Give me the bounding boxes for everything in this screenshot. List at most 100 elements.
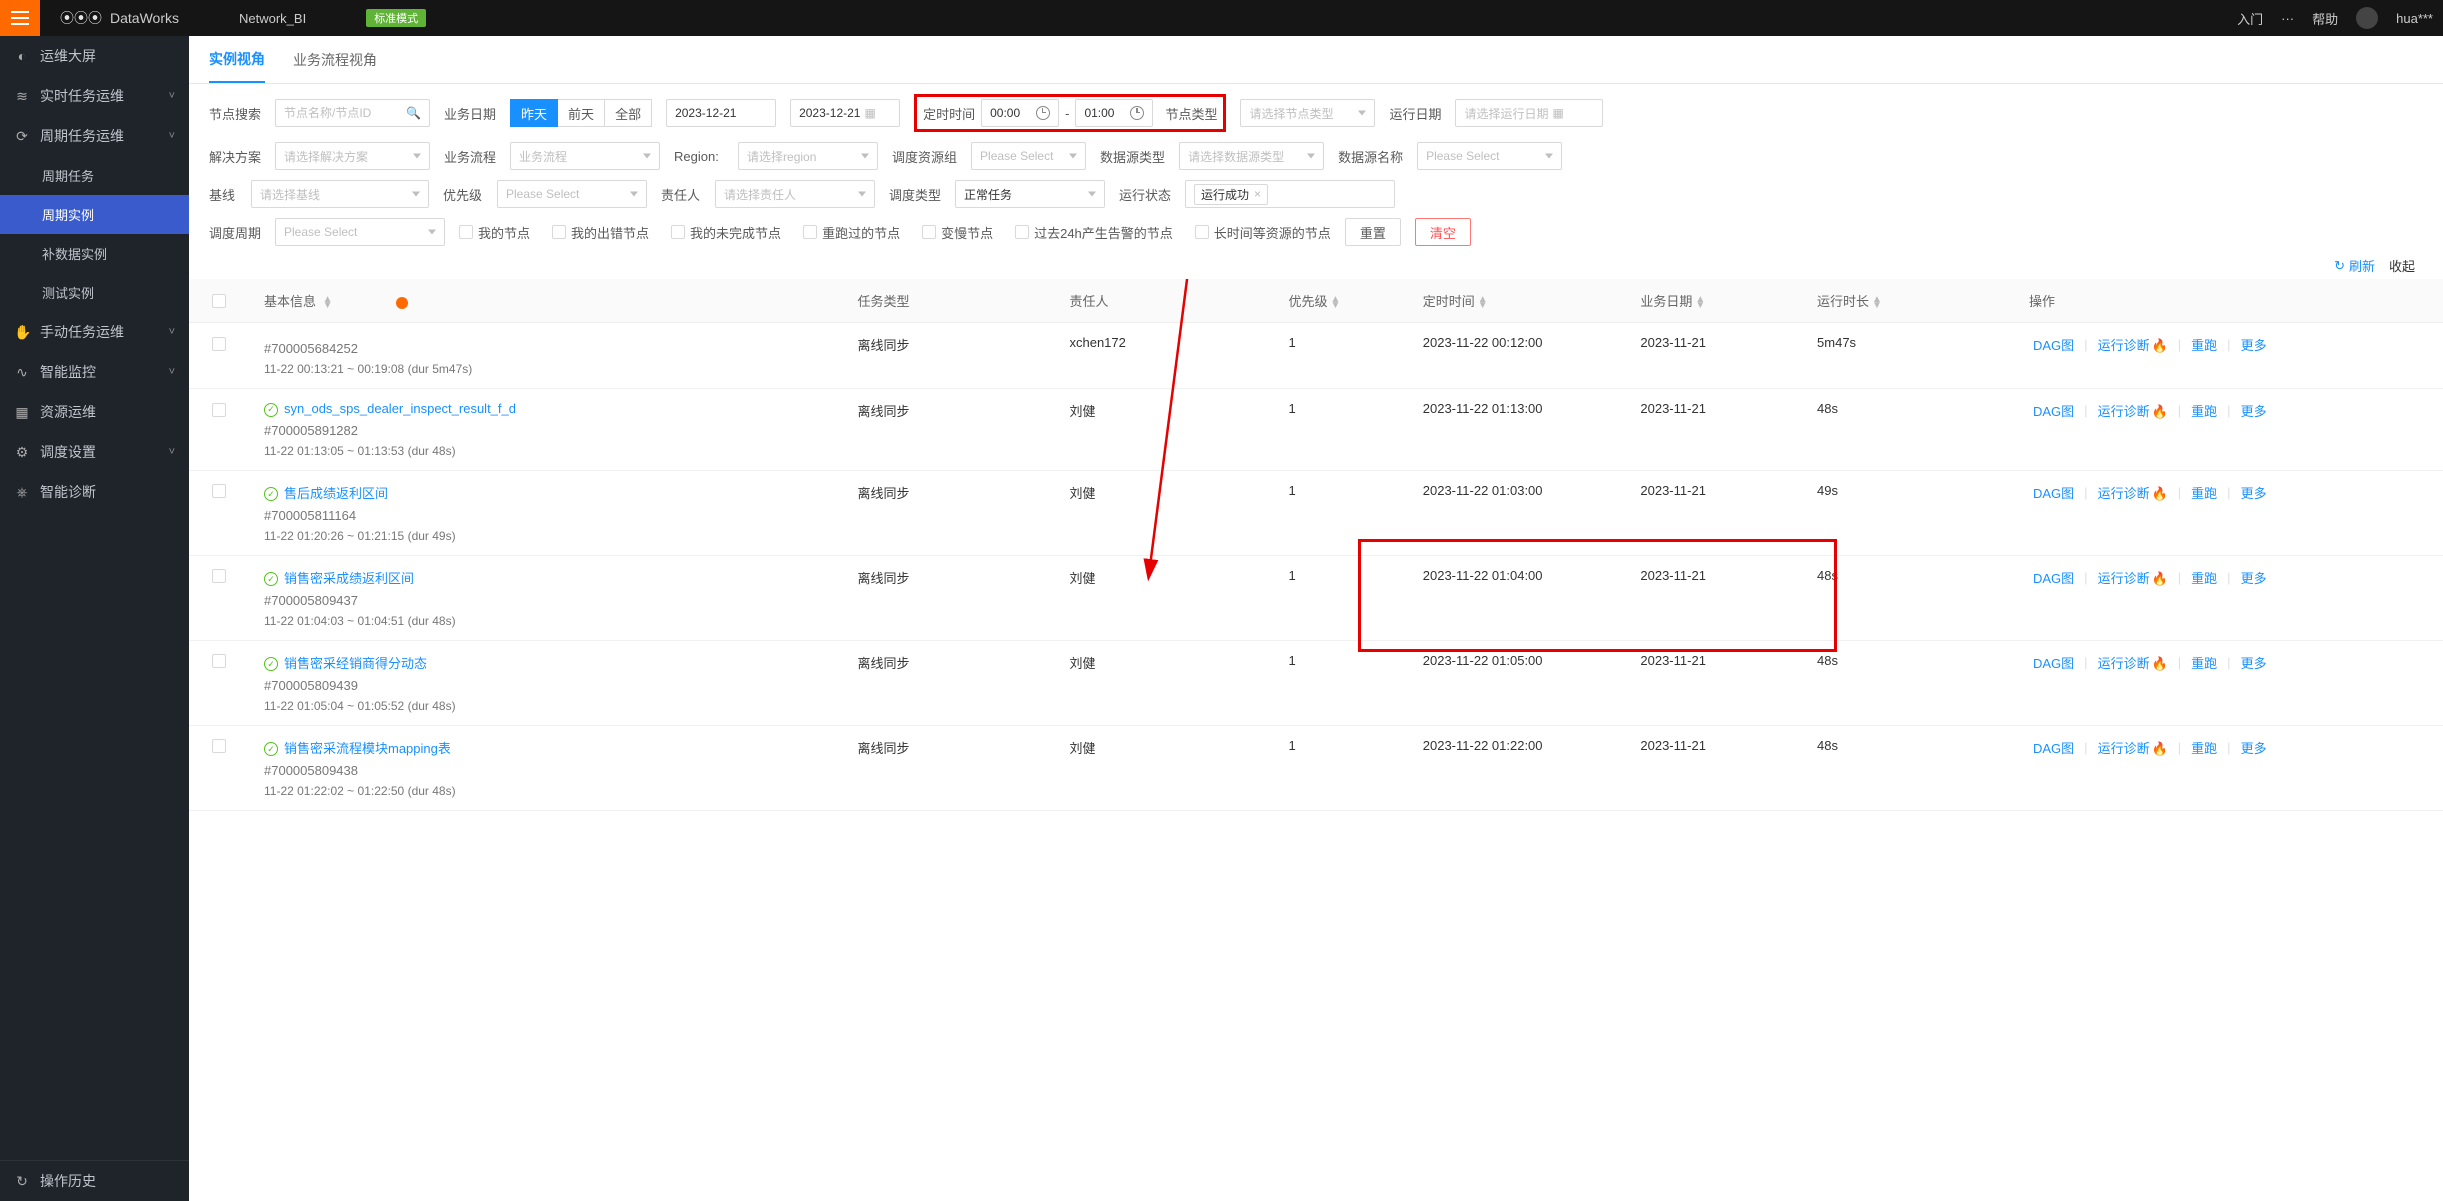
op-diag[interactable]: 运行诊断🔥 — [2094, 568, 2172, 587]
topbar-right-item[interactable]: 帮助 — [2312, 9, 2338, 28]
topbar-right-item[interactable]: ··· — [2281, 11, 2294, 26]
sidebar-item[interactable]: ◐运维大屏 — [0, 36, 189, 76]
col-bizdate[interactable]: 业务日期▲▼ — [1630, 279, 1807, 323]
username[interactable]: hua*** — [2396, 11, 2433, 26]
select-schedtype[interactable]: 正常任务 — [955, 180, 1105, 208]
sidebar-item[interactable]: ⎈智能诊断 — [0, 472, 189, 512]
refresh-button[interactable]: ↻ 刷新 — [2334, 256, 2375, 275]
bizdate-option[interactable]: 全部 — [605, 99, 652, 127]
op-more[interactable]: 更多 — [2237, 738, 2271, 757]
close-icon[interactable]: × — [1254, 187, 1261, 201]
col-owner[interactable]: 责任人 — [1059, 279, 1278, 323]
filter-checkbox[interactable]: 长时间等资源的节点 — [1195, 223, 1331, 242]
op-rerun[interactable]: 重跑 — [2187, 738, 2221, 757]
sidebar-item[interactable]: ∿智能监控˅ — [0, 352, 189, 392]
col-type[interactable]: 任务类型 — [848, 279, 1060, 323]
schedtime-to[interactable]: 01:00 — [1075, 99, 1153, 127]
sidebar-item[interactable]: ⟳周期任务运维˅ — [0, 116, 189, 156]
op-more[interactable]: 更多 — [2237, 568, 2271, 587]
op-dag[interactable]: DAG图 — [2029, 401, 2078, 420]
filter-checkbox[interactable]: 我的未完成节点 — [671, 223, 781, 242]
row-checkbox[interactable] — [212, 337, 226, 351]
op-rerun[interactable]: 重跑 — [2187, 401, 2221, 420]
select-runstatus[interactable]: 运行成功× — [1185, 180, 1395, 208]
workspace-name[interactable]: Network_BI — [239, 11, 306, 26]
sidebar-item[interactable]: 测试实例 — [0, 273, 189, 312]
sidebar-item[interactable]: ⚙调度设置˅ — [0, 432, 189, 472]
sidebar-item[interactable]: 补数据实例 — [0, 234, 189, 273]
select-dsname[interactable]: Please Select — [1417, 142, 1562, 170]
status-tag[interactable]: 运行成功× — [1194, 184, 1268, 205]
select-nodetype[interactable]: 请选择节点类型 — [1240, 99, 1375, 127]
select-dstype[interactable]: 请选择数据源类型 — [1179, 142, 1324, 170]
select-bizflow[interactable]: 业务流程 — [510, 142, 660, 170]
sidebar-item[interactable]: ▦资源运维 — [0, 392, 189, 432]
filter-checkbox[interactable]: 过去24h产生告警的节点 — [1015, 223, 1173, 242]
node-name-link[interactable]: 销售密采经销商得分动态 — [284, 656, 427, 671]
op-diag[interactable]: 运行诊断🔥 — [2094, 483, 2172, 502]
select-schedcycle[interactable]: Please Select — [275, 218, 445, 246]
op-rerun[interactable]: 重跑 — [2187, 483, 2221, 502]
op-rerun[interactable]: 重跑 — [2187, 653, 2221, 672]
op-more[interactable]: 更多 — [2237, 483, 2271, 502]
search-input[interactable]: 🔍 — [275, 99, 430, 127]
col-duration[interactable]: 运行时长▲▼ — [1807, 279, 2019, 323]
node-name-link[interactable]: 售后成绩返利区间 — [284, 486, 388, 501]
node-name-link[interactable]: 销售密采成绩返利区间 — [284, 571, 414, 586]
schedtime-from[interactable]: 00:00 — [981, 99, 1059, 127]
op-diag[interactable]: 运行诊断🔥 — [2094, 738, 2172, 757]
node-name-link[interactable]: syn_ods_sps_dealer_inspect_result_f_d — [284, 401, 516, 416]
sidebar-item-history[interactable]: ↻ 操作历史 — [0, 1160, 189, 1201]
select-priority[interactable]: Please Select — [497, 180, 647, 208]
node-name-link[interactable]: 销售密采流程模块mapping表 — [284, 741, 451, 756]
search-input-field[interactable] — [284, 106, 406, 120]
select-owner[interactable]: 请选择责任人 — [715, 180, 875, 208]
row-checkbox[interactable] — [212, 484, 226, 498]
bizdate-option[interactable]: 昨天 — [510, 99, 558, 127]
op-dag[interactable]: DAG图 — [2029, 653, 2078, 672]
col-priority[interactable]: 优先级▲▼ — [1279, 279, 1413, 323]
sidebar-item[interactable]: 周期实例 — [0, 195, 189, 234]
op-dag[interactable]: DAG图 — [2029, 738, 2078, 757]
col-info[interactable]: 基本信息 ▲▼ — [254, 279, 848, 323]
bizdate-from[interactable]: 2023-12-21 — [666, 99, 776, 127]
tab[interactable]: 实例视角 — [209, 37, 265, 83]
op-rerun[interactable]: 重跑 — [2187, 335, 2221, 354]
col-sched[interactable]: 定时时间▲▼ — [1413, 279, 1631, 323]
input-rundate[interactable]: 请选择运行日期▦ — [1455, 99, 1603, 127]
select-schedres[interactable]: Please Select — [971, 142, 1086, 170]
sidebar-item[interactable]: ≋实时任务运维˅ — [0, 76, 189, 116]
menu-hamburger[interactable] — [0, 0, 40, 36]
op-rerun[interactable]: 重跑 — [2187, 568, 2221, 587]
row-checkbox[interactable] — [212, 739, 226, 753]
op-diag[interactable]: 运行诊断🔥 — [2094, 335, 2172, 354]
op-diag[interactable]: 运行诊断🔥 — [2094, 401, 2172, 420]
op-more[interactable]: 更多 — [2237, 653, 2271, 672]
op-dag[interactable]: DAG图 — [2029, 335, 2078, 354]
op-dag[interactable]: DAG图 — [2029, 568, 2078, 587]
tab[interactable]: 业务流程视角 — [293, 38, 377, 82]
row-checkbox[interactable] — [212, 403, 226, 417]
select-baseline[interactable]: 请选择基线 — [251, 180, 429, 208]
sidebar-item[interactable]: 周期任务 — [0, 156, 189, 195]
topbar-right-item[interactable]: 入门 — [2237, 9, 2263, 28]
collapse-button[interactable]: 收起 — [2389, 256, 2415, 275]
avatar[interactable] — [2356, 7, 2378, 29]
row-checkbox[interactable] — [212, 569, 226, 583]
row-checkbox[interactable] — [212, 654, 226, 668]
bizdate-to[interactable]: 2023-12-21▦ — [790, 99, 900, 127]
op-more[interactable]: 更多 — [2237, 335, 2271, 354]
op-more[interactable]: 更多 — [2237, 401, 2271, 420]
filter-checkbox[interactable]: 变慢节点 — [922, 223, 993, 242]
bizdate-option[interactable]: 前天 — [558, 99, 605, 127]
reset-button[interactable]: 重置 — [1345, 218, 1401, 246]
op-dag[interactable]: DAG图 — [2029, 483, 2078, 502]
checkbox-all[interactable] — [212, 294, 226, 308]
clear-button[interactable]: 清空 — [1415, 218, 1471, 246]
op-diag[interactable]: 运行诊断🔥 — [2094, 653, 2172, 672]
filter-checkbox[interactable]: 我的出错节点 — [552, 223, 649, 242]
filter-checkbox[interactable]: 重跑过的节点 — [803, 223, 900, 242]
select-solution[interactable]: 请选择解决方案 — [275, 142, 430, 170]
sidebar-item[interactable]: ✋手动任务运维˅ — [0, 312, 189, 352]
filter-checkbox[interactable]: 我的节点 — [459, 223, 530, 242]
